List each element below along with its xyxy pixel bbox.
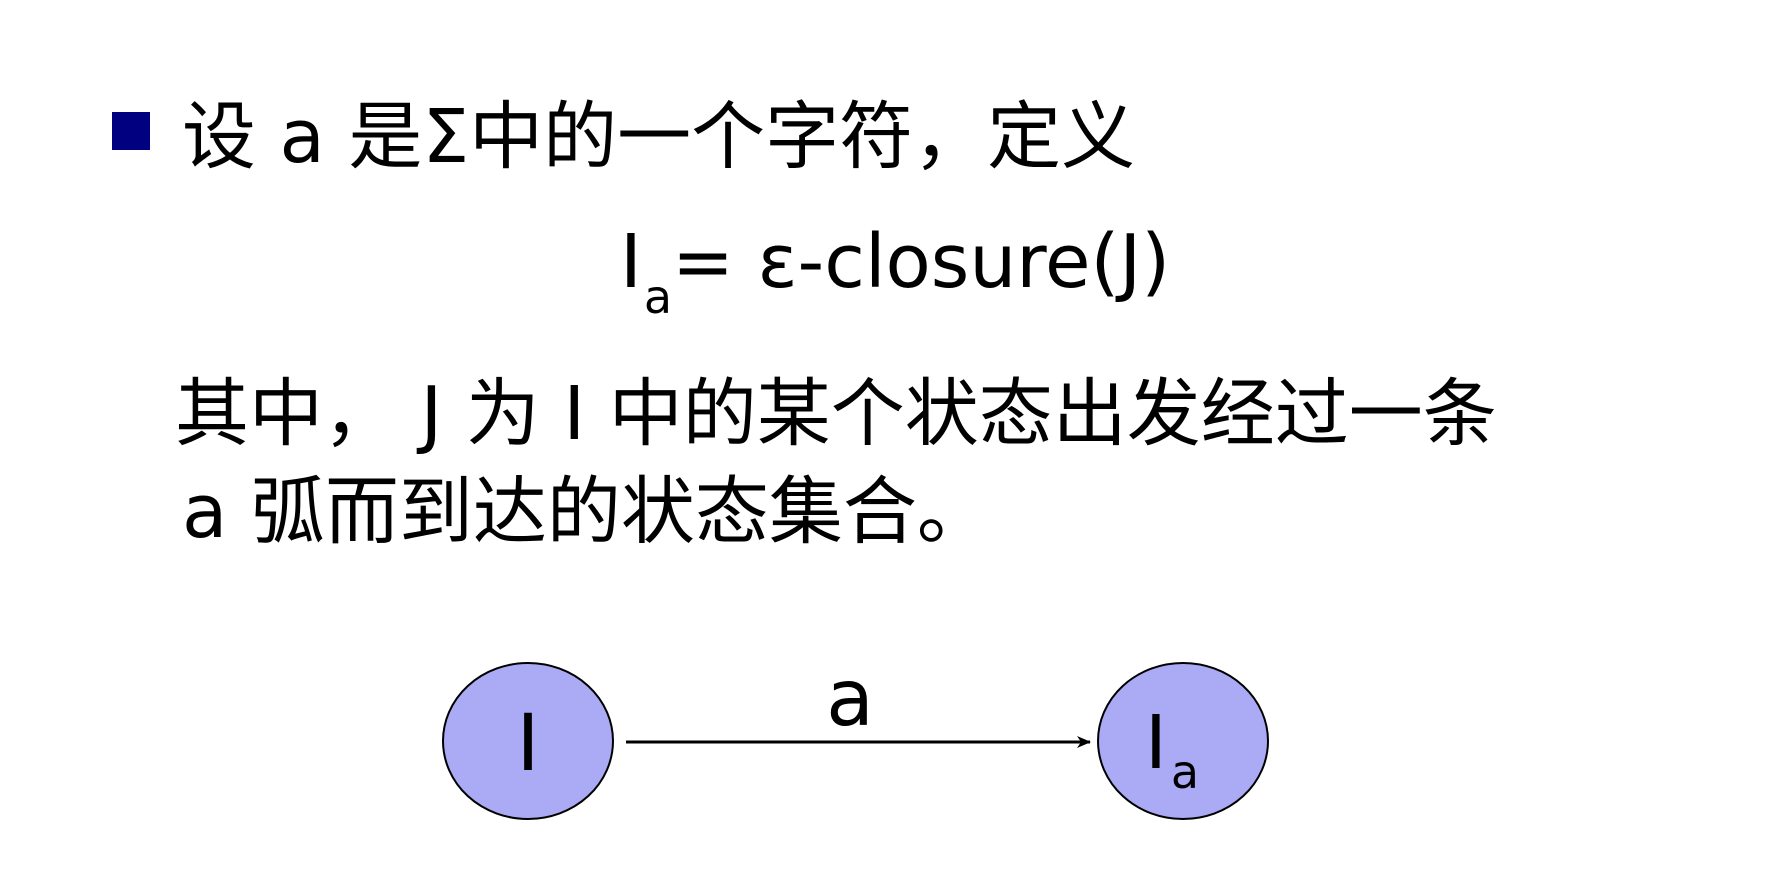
state-label-from: I [516, 699, 539, 789]
state-label-to-main: I [1145, 700, 1167, 786]
transition-label: a [826, 654, 874, 744]
state-label-to-sub: a [1171, 745, 1199, 799]
transition-diagram: I a Ia [442, 654, 1269, 820]
